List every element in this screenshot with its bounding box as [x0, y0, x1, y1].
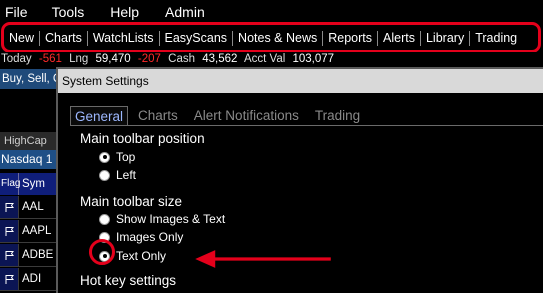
size-option-text-only[interactable]: Text Only: [99, 249, 166, 263]
toolbar-notes-news[interactable]: Notes & News: [233, 30, 322, 46]
menu-file[interactable]: File: [0, 0, 34, 24]
option-label: Top: [116, 150, 136, 164]
dialog-body: General Charts Alert Notifications Tradi…: [58, 93, 543, 293]
dialog-title[interactable]: System Settings: [58, 69, 543, 93]
symbol-cell: AAL: [19, 196, 56, 218]
cash-label: Cash: [168, 53, 195, 65]
toolbar-new[interactable]: New: [4, 30, 39, 46]
column-header-flag[interactable]: Flag: [0, 173, 20, 195]
menu-help[interactable]: Help: [104, 0, 145, 24]
flag-icon[interactable]: [4, 202, 15, 213]
option-label: Show Images & Text: [116, 212, 226, 226]
toolbar-reports[interactable]: Reports: [323, 30, 377, 46]
toolbar-alerts[interactable]: Alerts: [378, 30, 420, 46]
today-label: Today: [1, 53, 32, 65]
toolbar-charts[interactable]: Charts: [40, 30, 87, 46]
main-toolbar: New Charts WatchLists EasyScans Notes & …: [0, 24, 543, 52]
today-value: -561: [38, 53, 62, 65]
radio-button-checked[interactable]: [99, 151, 110, 163]
cash-value: 43,562: [202, 53, 238, 65]
toolbar-library[interactable]: Library: [421, 30, 469, 46]
radio-button[interactable]: [99, 213, 110, 225]
order-entry-bar[interactable]: Buy, Sell, C: [0, 69, 60, 89]
tab-general[interactable]: General: [70, 106, 129, 126]
toolbar-watchlists[interactable]: WatchLists: [88, 30, 159, 46]
option-label: Text Only: [116, 249, 167, 263]
option-label: Images Only: [116, 230, 184, 244]
toolbar-position-heading: Main toolbar position: [80, 131, 205, 146]
flag-icon[interactable]: [4, 274, 15, 285]
symbol-cell: ADBE: [19, 244, 56, 266]
radio-button[interactable]: [99, 231, 110, 243]
flag-icon[interactable]: [4, 226, 15, 237]
menu-bar: File Tools Help Admin: [0, 0, 543, 24]
table-row[interactable]: ADBE: [0, 244, 56, 267]
symbol-cell: ADI: [19, 268, 56, 290]
table-row[interactable]: AAPL: [0, 220, 56, 243]
table-row[interactable]: ADI: [0, 268, 56, 291]
toolbar-trading[interactable]: Trading: [470, 30, 522, 46]
system-settings-dialog: System Settings General Charts Alert Not…: [56, 67, 543, 293]
radio-button[interactable]: [99, 169, 110, 181]
acct-val-value: 103,077: [292, 53, 335, 65]
symbol-cell: AAPL: [19, 220, 56, 242]
toolbar-easyscans[interactable]: EasyScans: [160, 30, 233, 46]
radio-button-checked[interactable]: [99, 250, 110, 262]
watchlist-header: Flag Sym: [0, 173, 56, 195]
option-label: Left: [116, 168, 137, 182]
tab-divider: [70, 125, 543, 126]
watchlist-tab[interactable]: HighCap: [0, 132, 56, 150]
position-option-left[interactable]: Left: [99, 168, 136, 182]
size-option-images-only[interactable]: Images Only: [99, 230, 183, 244]
lng-value: 59,470: [95, 53, 131, 65]
watchlist-title: Nasdaq 1: [0, 150, 56, 169]
column-header-sym[interactable]: Sym: [19, 173, 45, 195]
account-summary-strip: Today -561 Lng 59,470 -207 Cash 43,562 A…: [0, 52, 543, 68]
menu-tools[interactable]: Tools: [46, 0, 91, 24]
acct-val-label: Acct Val: [243, 53, 286, 65]
table-row[interactable]: AAL: [0, 196, 56, 219]
flag-icon[interactable]: [4, 250, 15, 261]
tab-trading[interactable]: Trading: [309, 106, 366, 126]
lng-change: -207: [137, 53, 161, 65]
hotkey-settings-heading: Hot key settings: [80, 273, 177, 288]
tab-alert-notifications[interactable]: Alert Notifications: [188, 106, 305, 126]
lng-label: Lng: [69, 53, 89, 65]
tab-charts[interactable]: Charts: [132, 106, 184, 126]
position-option-top[interactable]: Top: [99, 150, 135, 164]
size-option-images-text[interactable]: Show Images & Text: [99, 212, 225, 226]
toolbar-size-heading: Main toolbar size: [80, 194, 183, 209]
settings-tabs: General Charts Alert Notifications Tradi…: [70, 106, 370, 126]
menu-admin[interactable]: Admin: [159, 0, 211, 24]
